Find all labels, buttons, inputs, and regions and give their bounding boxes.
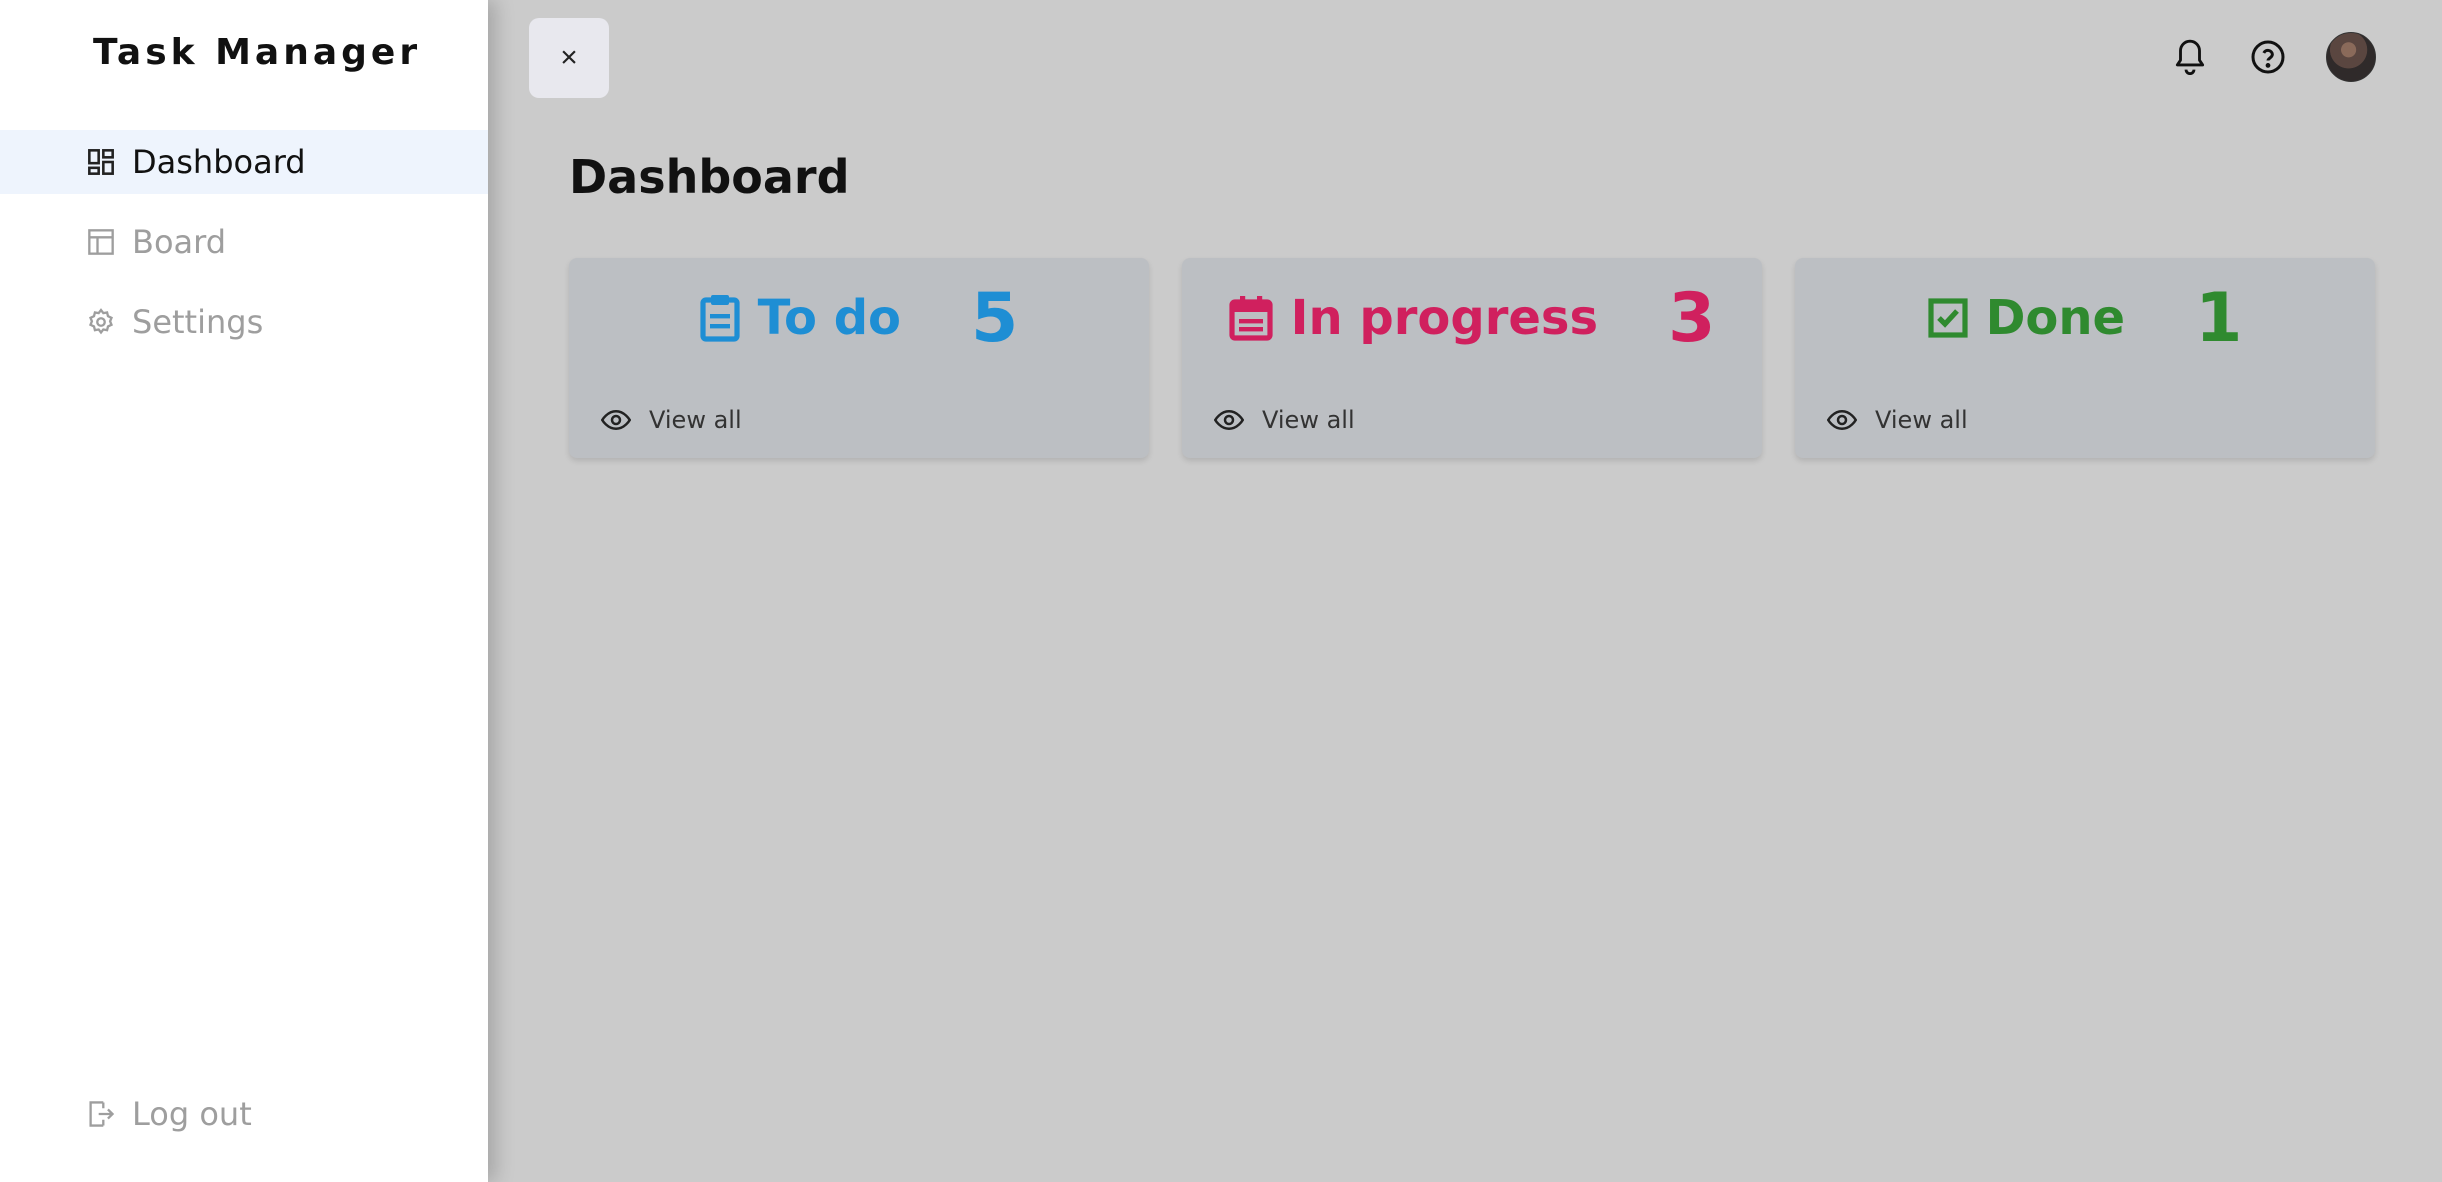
card-count: 3 — [1668, 278, 1716, 358]
page-title: Dashboard — [569, 150, 850, 204]
view-all-link[interactable]: View all — [601, 406, 742, 434]
done-card: Done 1 View all — [1795, 258, 2375, 458]
sidebar-item-label: Dashboard — [132, 143, 306, 181]
bell-icon — [2175, 39, 2205, 76]
todo-card: To do 5 View all — [569, 258, 1149, 458]
in-progress-card: In progress 3 View all — [1182, 258, 1762, 458]
clipboard-icon — [700, 295, 740, 342]
app-title: Task Manager — [93, 32, 422, 73]
gear-icon — [86, 307, 116, 337]
view-all-label: View all — [1875, 406, 1968, 434]
board-icon — [86, 227, 116, 257]
logout-label: Log out — [132, 1095, 252, 1133]
notifications-button[interactable] — [2170, 35, 2210, 79]
eye-icon — [1827, 409, 1857, 431]
card-count: 5 — [971, 278, 1019, 358]
sidebar-item-dashboard[interactable]: Dashboard — [0, 130, 488, 194]
top-toolbar — [2170, 32, 2376, 82]
help-button[interactable] — [2248, 35, 2288, 79]
eye-icon — [1214, 409, 1244, 431]
card-title: In progress — [1290, 290, 1599, 346]
view-all-link[interactable]: View all — [1214, 406, 1355, 434]
avatar[interactable] — [2326, 32, 2376, 82]
dashboard-icon — [86, 147, 116, 177]
card-title: Done — [1985, 290, 2126, 346]
sidebar-item-label: Board — [132, 223, 227, 261]
sidebar: Task Manager Dashboard Board Settings Lo… — [0, 0, 488, 1182]
view-all-label: View all — [1262, 406, 1355, 434]
close-icon: × — [560, 41, 578, 74]
calendar-icon — [1228, 296, 1273, 341]
checkbox-icon — [1927, 298, 1968, 338]
logout-icon — [86, 1099, 116, 1129]
status-cards: To do 5 View all In progress 3 View all … — [569, 258, 2375, 458]
logout-button[interactable]: Log out — [86, 1095, 252, 1133]
eye-icon — [601, 409, 631, 431]
close-sidebar-button[interactable]: × — [529, 18, 609, 98]
sidebar-nav: Dashboard Board Settings — [0, 130, 488, 370]
help-icon — [2251, 40, 2285, 74]
card-title: To do — [757, 290, 902, 346]
sidebar-item-label: Settings — [132, 303, 264, 341]
view-all-link[interactable]: View all — [1827, 406, 1968, 434]
sidebar-item-settings[interactable]: Settings — [0, 290, 488, 354]
view-all-label: View all — [649, 406, 742, 434]
sidebar-item-board[interactable]: Board — [0, 210, 488, 274]
card-count: 1 — [2195, 278, 2243, 358]
